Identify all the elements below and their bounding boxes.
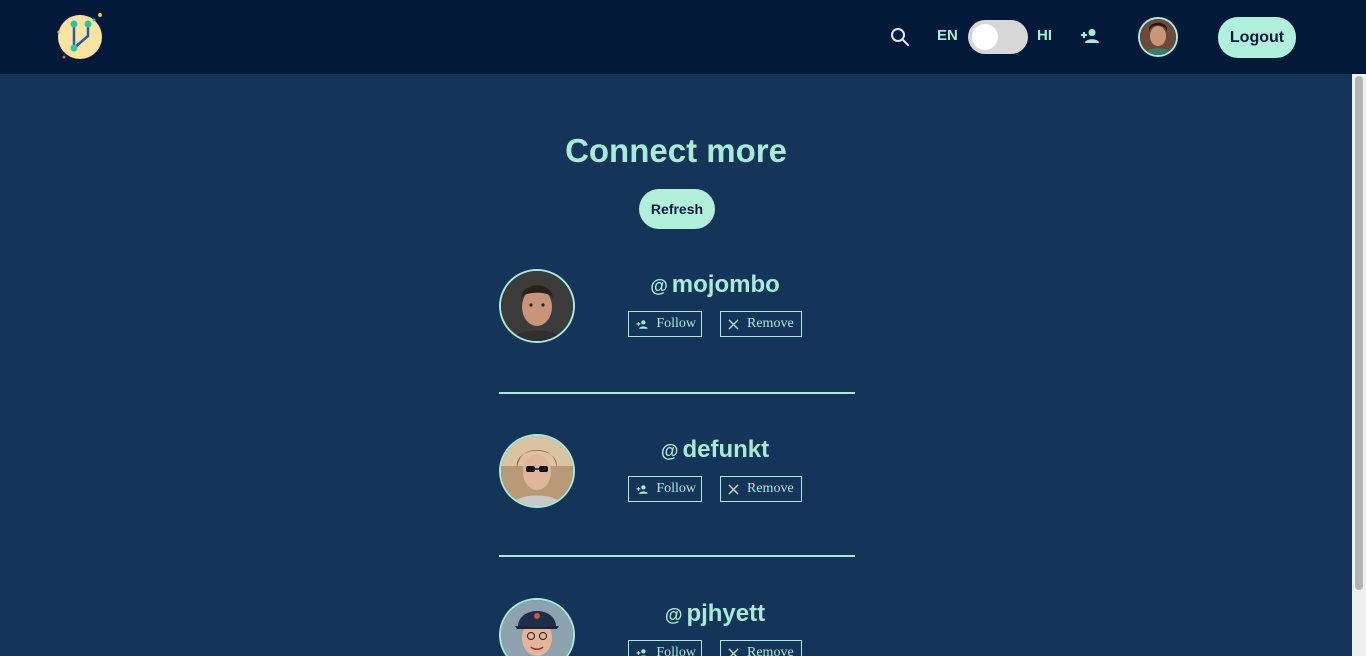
at-symbol: @ [650,276,668,296]
suggestion-username: @ mojombo [575,271,855,299]
username-text: pjhyett [686,600,766,627]
username-text: mojombo [671,271,780,298]
user-avatar[interactable] [1138,17,1178,57]
avatar-image [501,600,573,656]
suggestion-avatar[interactable] [499,434,575,508]
suggestion-avatar[interactable] [499,598,575,656]
follow-label: Follow [656,481,696,496]
toggle-knob [972,24,998,50]
follow-label: Follow [656,645,696,656]
person-add-icon [636,648,647,656]
remove-button[interactable]: Remove [720,640,802,656]
language-label-hi: HI [1037,27,1052,44]
suggestion-avatar[interactable] [499,269,575,343]
avatar-image [501,271,573,341]
search-icon [891,28,909,46]
close-icon [728,647,739,656]
suggestion-actions: Follow Remove [628,476,802,502]
logo-icon [57,13,102,59]
page-scrollbar[interactable] [1352,74,1366,656]
divider [499,392,855,394]
remove-label: Remove [747,316,794,331]
follow-button[interactable]: Follow [628,311,702,337]
suggestion-username: @ pjhyett [575,600,855,628]
suggestion-actions: Follow Remove [628,311,802,337]
language-label-en: EN [937,27,958,44]
at-symbol: @ [664,605,683,625]
close-icon [728,483,739,495]
person-add-icon [1081,29,1099,43]
remove-button[interactable]: Remove [720,311,802,337]
divider [499,555,855,557]
at-symbol: @ [660,441,679,461]
search-button[interactable] [888,25,912,49]
language-toggle[interactable] [968,20,1028,54]
person-add-icon [636,319,648,329]
user-avatar-image [1140,19,1176,55]
suggestion-actions: Follow Remove [628,640,802,656]
follow-button[interactable]: Follow [628,640,702,656]
remove-button[interactable]: Remove [720,476,802,502]
scrollbar-thumb[interactable] [1355,76,1363,590]
suggestion-username: @ defunkt [575,436,855,464]
username-text: defunkt [682,436,770,463]
avatar-image [501,436,573,506]
refresh-button[interactable]: Refresh [639,189,715,229]
follow-label: Follow [656,316,696,331]
remove-label: Remove [747,481,794,496]
remove-label: Remove [747,645,794,656]
person-add-icon [636,484,648,494]
page-title: Connect more [565,132,787,169]
close-icon [728,318,739,330]
logout-button[interactable]: Logout [1218,17,1296,58]
app-logo[interactable] [56,12,104,60]
add-user-button[interactable] [1078,24,1102,48]
follow-button[interactable]: Follow [628,476,702,502]
top-nav-bar: EN HI Logout [0,0,1366,74]
